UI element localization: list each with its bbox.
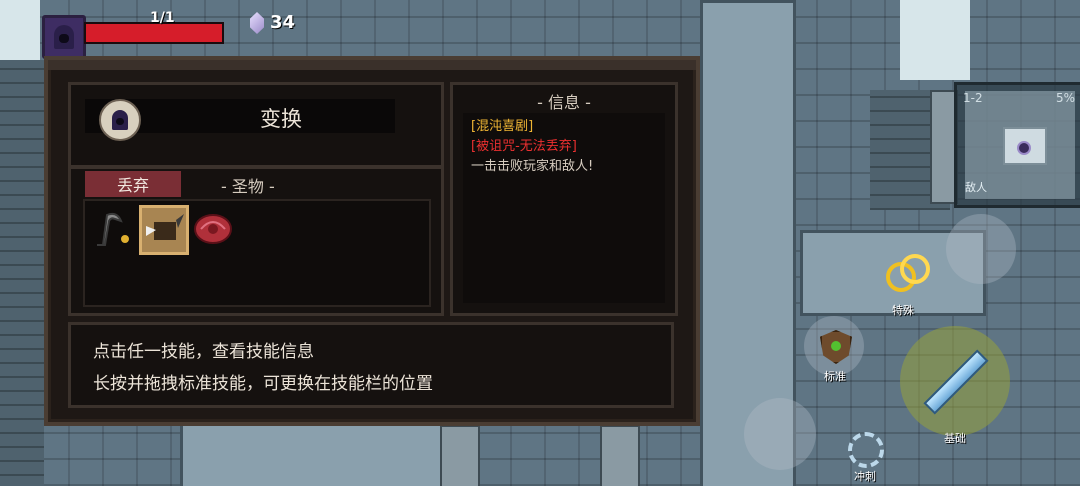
- hooded-figure-icon: [54, 25, 74, 49]
- joystick-ghost[interactable]: [946, 214, 1016, 284]
- level-indicator: 1-2: [963, 91, 983, 105]
- sky-window: [900, 0, 970, 80]
- sword-icon: [923, 349, 989, 415]
- standard-label: 标准: [824, 370, 846, 383]
- standard-skill-button[interactable]: [804, 316, 864, 376]
- tip-line: 长按并拖拽标准技能，可更换在技能栏的位置: [93, 374, 433, 394]
- hooded-figure-icon: [112, 110, 128, 130]
- basic-label: 基础: [944, 432, 966, 445]
- relic-box: 丢弃 - 圣物 -: [68, 166, 444, 316]
- info-line-name: [混沌喜剧]: [471, 119, 534, 134]
- hp-bar-fill: [86, 24, 222, 42]
- dash-icon: [848, 432, 884, 468]
- wall-segment: [0, 60, 44, 486]
- player-marker-icon: [1017, 141, 1031, 155]
- info-box: - 信息 - [混沌喜剧] [被诅咒-无法丢弃] 一击击败玩家和敌人!: [450, 82, 678, 316]
- info-line-curse: [被诅咒-无法丢弃]: [471, 139, 577, 154]
- discard-button[interactable]: 丢弃: [85, 171, 181, 197]
- info-line-effect: 一击击败玩家和敌人!: [471, 159, 594, 174]
- minimap[interactable]: 1-2 5% 敌人: [954, 82, 1080, 208]
- selected-skill-box: 变换: [68, 82, 444, 168]
- tips-box: 点击任一技能，查看技能信息 长按并拖拽标准技能，可更换在技能栏的位置: [68, 322, 674, 408]
- winged-tome-icon[interactable]: [139, 205, 189, 255]
- progress-indicator: 5%: [1055, 91, 1075, 105]
- pillar: [440, 425, 480, 486]
- pillar: [600, 425, 640, 486]
- skill-name: 变换: [260, 107, 302, 131]
- enemies-label: 敌人: [965, 181, 987, 194]
- dash-label: 冲刺: [854, 470, 876, 483]
- info-content: [混沌喜剧] [被诅咒-无法丢弃] 一击击败玩家和敌人!: [463, 113, 665, 303]
- scythe-icon[interactable]: [89, 205, 133, 249]
- basic-attack-button[interactable]: [900, 326, 1010, 436]
- red-shell-icon[interactable]: [191, 205, 235, 249]
- gem-count: 34: [270, 12, 296, 33]
- special-label: 特殊: [892, 304, 914, 317]
- ring-icon: [900, 254, 930, 284]
- movement-ghost[interactable]: [744, 398, 816, 470]
- relic-list: [83, 199, 431, 307]
- skill-info-panel: 变换 丢弃 - 圣物 - - 信息 - [混沌喜剧] [被诅咒-无法丢弃] 一击…: [44, 56, 700, 426]
- info-title: - 信息 -: [537, 93, 591, 112]
- player-avatar[interactable]: [42, 15, 86, 59]
- tip-line: 点击任一技能，查看技能信息: [93, 342, 314, 362]
- skill-icon[interactable]: [99, 99, 141, 141]
- floor-path: [180, 420, 456, 486]
- hp-text: 1/1: [150, 10, 175, 26]
- shield-icon: [820, 330, 852, 364]
- relic-title: - 圣物 -: [221, 177, 275, 196]
